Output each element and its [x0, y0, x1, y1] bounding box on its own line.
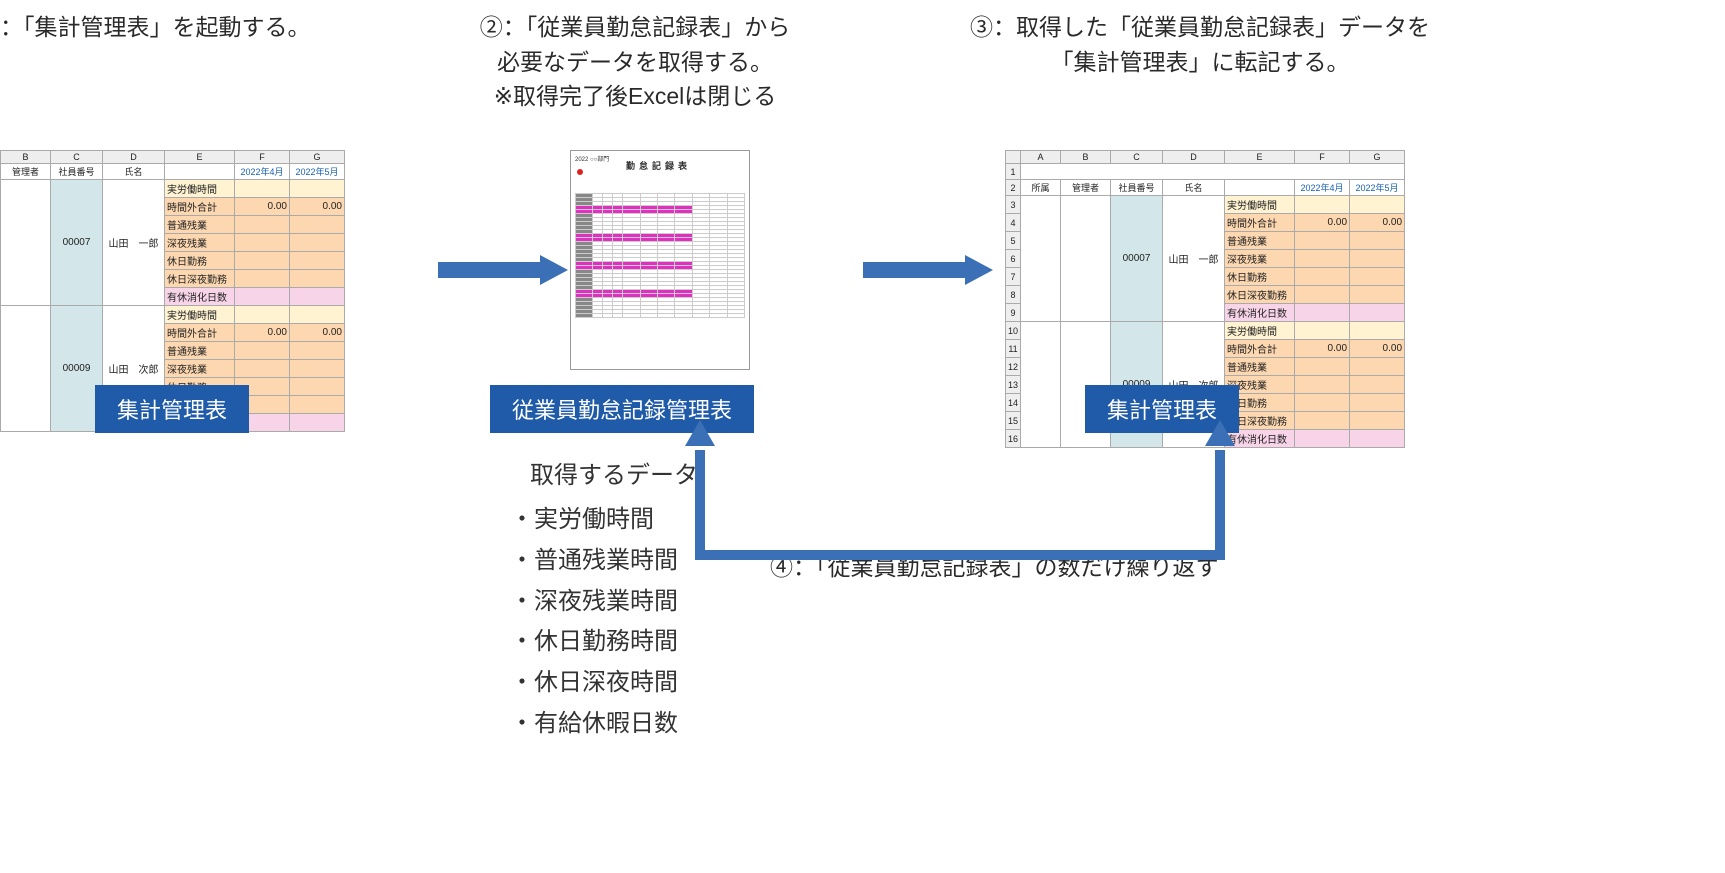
- step-2-caption: ②：「従業員勤怠記録表」から 必要なデータを取得する。 ※取得完了後Excelは…: [420, 10, 850, 114]
- label-summary-left: 集計管理表: [95, 385, 249, 433]
- list-item: 普通残業時間: [510, 541, 678, 582]
- list-item: 休日深夜時間: [510, 663, 678, 704]
- attendance-record-sheet: 2022 ○○部門 勤怠記録表: [570, 150, 750, 370]
- data-list: 実労働時間 普通残業時間 深夜残業時間 休日勤務時間 休日深夜時間 有給休暇日数: [510, 500, 678, 745]
- list-item: 有給休暇日数: [510, 704, 678, 745]
- arrow-icon: [540, 255, 568, 285]
- step-1-caption: ：「集計管理表」を起動する。: [0, 10, 311, 45]
- step-3-caption: ③：取得した「従業員勤怠記録表」データを 「集計管理表」に転記する。: [940, 10, 1460, 79]
- list-item: 実労働時間: [510, 500, 678, 541]
- loop-arrow-icon: [695, 430, 1225, 560]
- data-list-title: 取得するデータ: [530, 455, 698, 490]
- list-item: 休日勤務時間: [510, 622, 678, 663]
- list-item: 深夜残業時間: [510, 582, 678, 623]
- arrow-icon: [965, 255, 993, 285]
